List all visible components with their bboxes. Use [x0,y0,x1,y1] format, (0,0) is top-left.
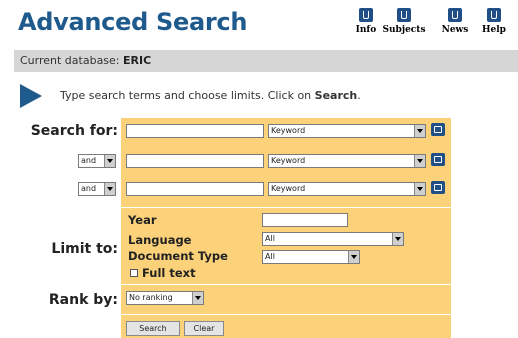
nav-news-label: News [441,25,469,35]
chevron-down-icon [348,251,359,263]
full-text-checkbox[interactable] [130,269,138,277]
nav-help-label: Help [482,25,506,35]
nav-subjects-button[interactable]: Subjects [375,8,433,35]
page-title: Advanced Search [18,8,248,36]
current-database-label: Current database: [20,54,120,67]
search-button[interactable]: Search [126,321,180,336]
chevron-down-icon [414,125,425,137]
operator-2-value: and [81,156,97,165]
chevron-down-icon [104,183,115,195]
current-database-name: ERIC [123,54,152,67]
document-type-select[interactable]: All [262,250,360,264]
news-icon [448,8,462,22]
operator-select-2[interactable]: and [78,154,116,168]
rank-by-select[interactable]: No ranking [126,291,204,305]
instruction-text: Type search terms and choose limits. Cli… [60,89,361,102]
rank-by-value: No ranking [129,293,173,302]
language-label: Language [128,233,192,247]
nav-news-button[interactable]: News [435,8,475,35]
search-field-select-2[interactable]: Keyword [268,154,426,168]
document-type-label: Document Type [128,249,228,263]
current-database-bar: Current database: ERIC [14,50,518,72]
full-text-label: Full text [142,266,196,280]
arrow-icon [20,84,42,108]
chevron-down-icon [392,233,403,245]
search-term-input-3[interactable] [126,182,264,196]
chevron-down-icon [414,183,425,195]
info-icon [359,8,373,22]
subjects-icon [397,8,411,22]
search-field-select-1[interactable]: Keyword [268,124,426,138]
panel-divider [121,284,451,285]
document-type-value: All [265,252,275,261]
search-field-3-value: Keyword [271,184,306,193]
rank-by-label: Rank by: [48,292,118,308]
clear-button[interactable]: Clear [184,321,224,336]
year-label: Year [128,213,157,227]
search-field-2-value: Keyword [271,156,306,165]
limit-to-label: Limit to: [51,241,118,257]
index-lookup-icon[interactable] [431,181,445,194]
top-navigation: Info Subjects News Help [351,8,518,44]
chevron-down-icon [414,155,425,167]
chevron-down-icon [104,155,115,167]
index-lookup-icon[interactable] [431,153,445,166]
nav-help-button[interactable]: Help [477,8,511,35]
help-icon [487,8,501,22]
panel-divider [121,314,451,315]
operator-select-3[interactable]: and [78,182,116,196]
search-term-input-1[interactable] [126,124,264,138]
language-value: All [265,234,275,243]
year-input[interactable] [262,213,348,227]
operator-3-value: and [81,184,97,193]
chevron-down-icon [192,292,203,304]
search-form-panel [121,118,451,338]
instruction-main: Type search terms and choose limits. Cli… [60,89,315,102]
search-for-label: Search for: [30,123,118,139]
nav-subjects-label: Subjects [382,25,426,35]
search-field-select-3[interactable]: Keyword [268,182,426,196]
search-term-input-2[interactable] [126,154,264,168]
index-lookup-icon[interactable] [431,123,445,136]
language-select[interactable]: All [262,232,404,246]
search-field-1-value: Keyword [271,126,306,135]
instruction-end: . [357,89,361,102]
panel-divider [121,207,451,208]
instruction-bold: Search [314,89,358,102]
